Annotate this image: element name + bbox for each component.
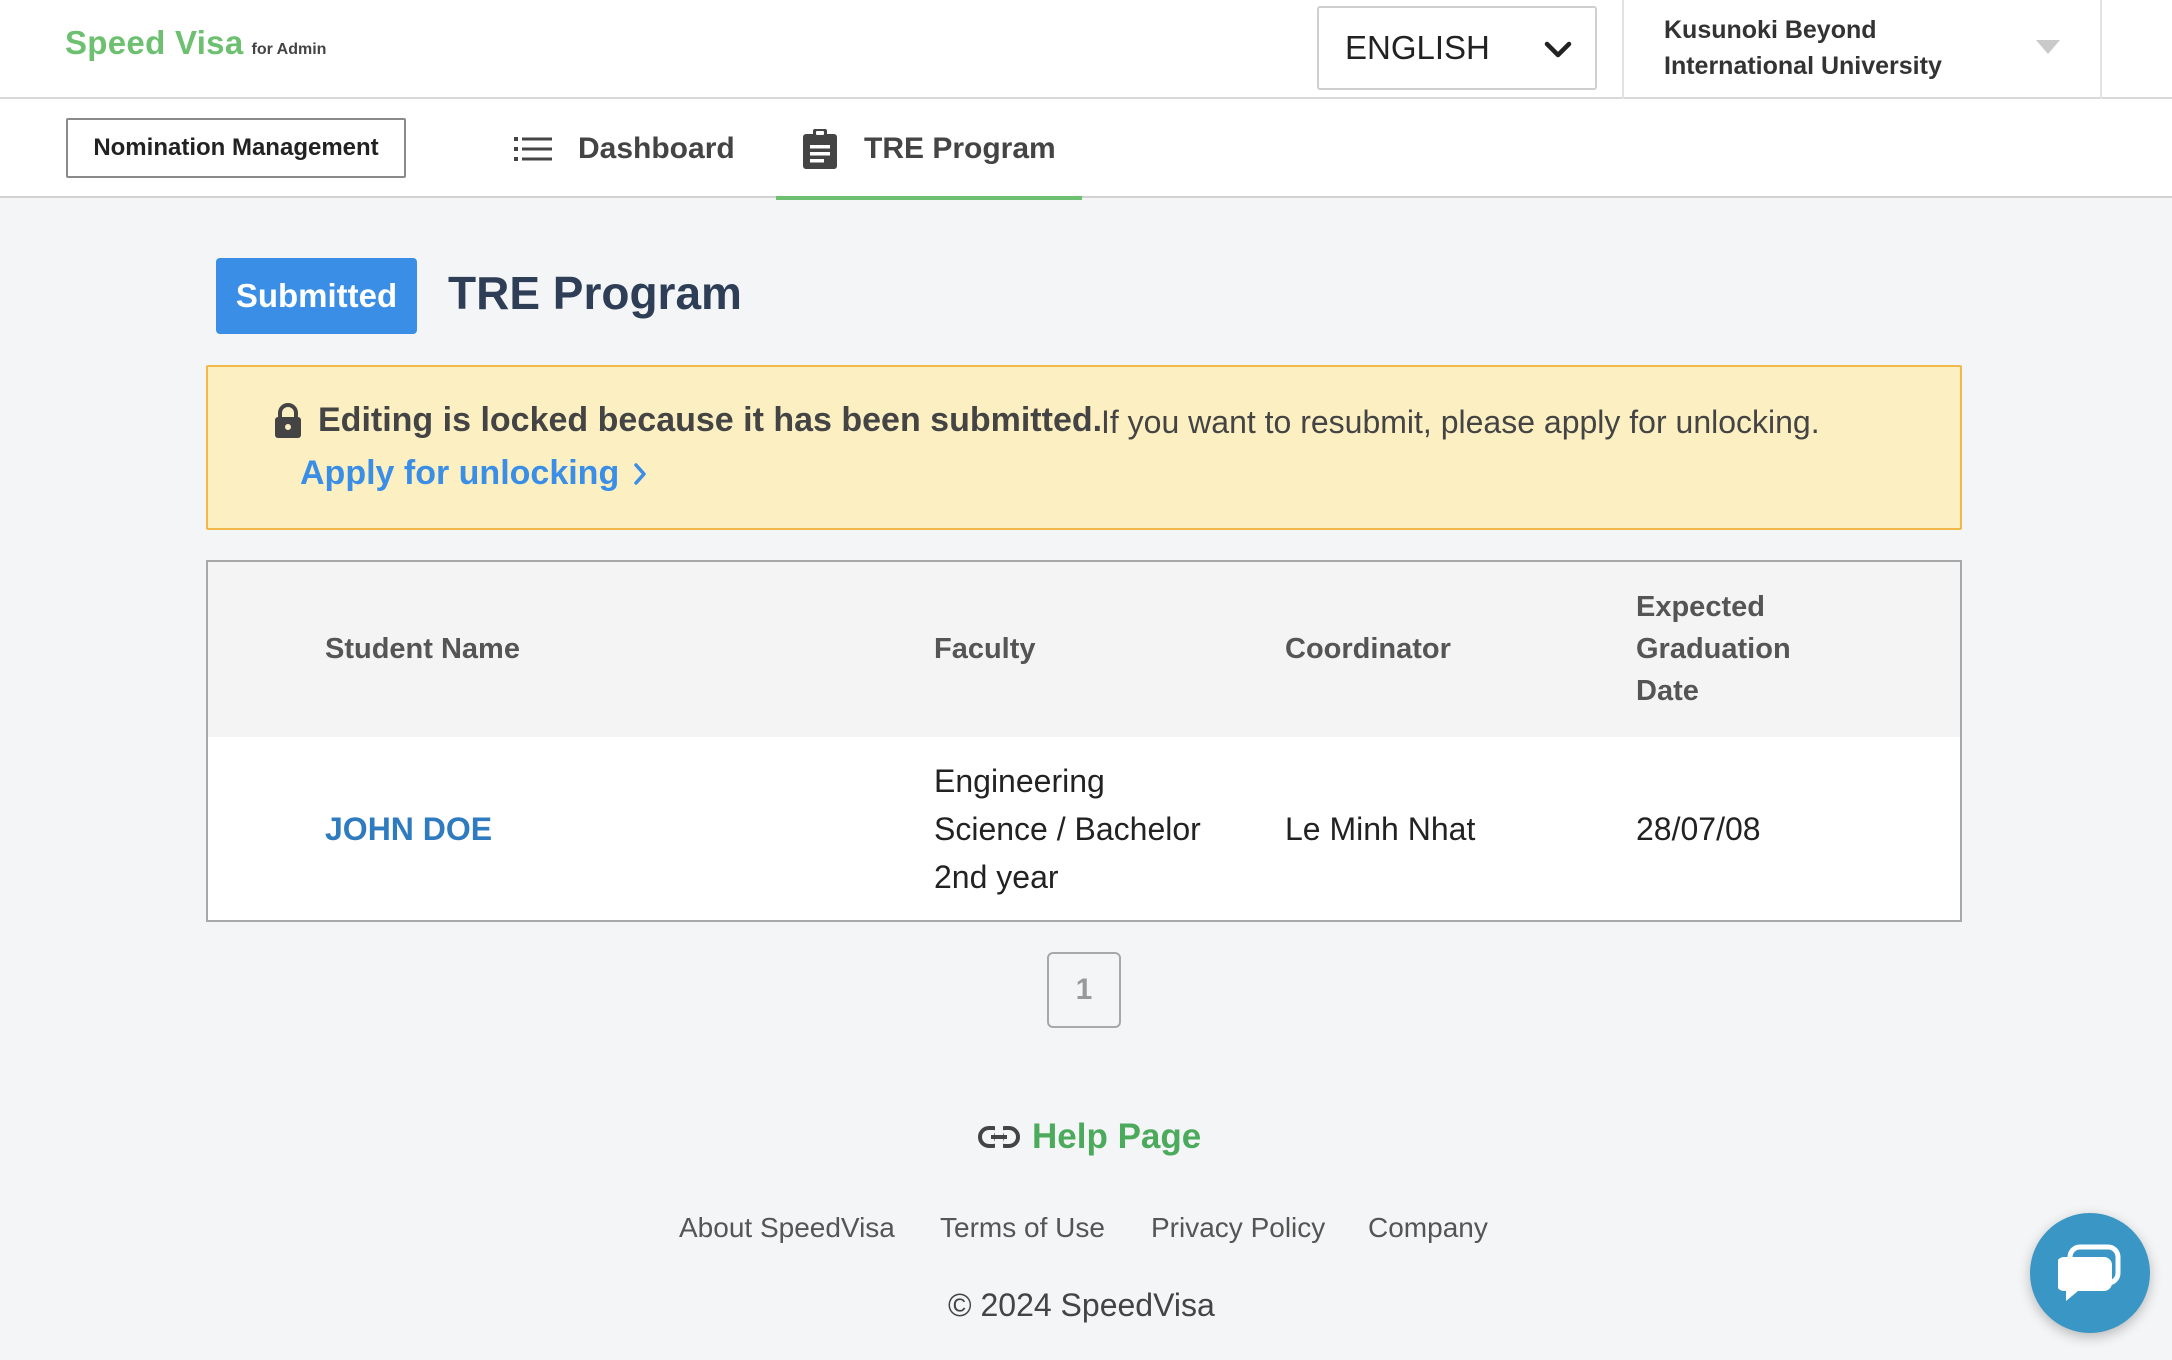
cell-line: 2nd year [934, 859, 1059, 895]
language-select[interactable]: ENGLISH [1317, 6, 1597, 90]
alert-message: If you want to resubmit, please apply fo… [1101, 404, 1820, 440]
clipboard-icon [803, 128, 837, 169]
graduation-date-cell: 28/07/08 [1636, 811, 1761, 847]
cell-line: Engineering [934, 763, 1105, 799]
link-icon [978, 1126, 1020, 1148]
chevron-down-icon [1544, 41, 1572, 58]
footer-link-company[interactable]: Company [1368, 1212, 1488, 1244]
chat-button[interactable] [2030, 1213, 2150, 1333]
tab-dashboard[interactable]: Dashboard [514, 99, 735, 198]
university-name-line1: Kusunoki Beyond [1664, 16, 1877, 44]
locked-alert: Editing is locked because it has been su… [206, 365, 1962, 530]
brand-name: Speed Visa [65, 24, 244, 61]
footer-link-terms[interactable]: Terms of Use [940, 1212, 1105, 1244]
nav-bar: Nomination Management Dashboard TRE Prog… [0, 99, 2172, 200]
footer-link-privacy[interactable]: Privacy Policy [1151, 1212, 1325, 1244]
list-icon [514, 136, 552, 161]
header-divider [2100, 0, 2102, 99]
help-label: Help Page [1032, 1117, 1202, 1156]
language-value: ENGLISH [1345, 29, 1490, 66]
tab-label: Dashboard [578, 131, 735, 165]
header-divider [1622, 0, 1624, 99]
tab-tre-program[interactable]: TRE Program [776, 99, 1082, 200]
header-line: Date [1636, 675, 1699, 707]
link-label: Apply for unlocking [300, 454, 620, 492]
copyright: © 2024 SpeedVisa [948, 1287, 1215, 1323]
alert-heading: Editing is locked because it has been su… [318, 401, 1103, 439]
top-header: Speed Visa for Admin ENGLISH Kusunoki Be… [0, 0, 2172, 99]
lock-icon [275, 403, 301, 438]
header-line: Expected [1636, 591, 1765, 623]
column-header-coordinator[interactable]: Coordinator [1285, 628, 1451, 670]
students-table: Student Name Faculty Coordinator Expecte… [206, 560, 1962, 922]
status-badge: Submitted [216, 258, 417, 334]
table-header: Student Name Faculty Coordinator Expecte… [208, 562, 1960, 737]
apply-for-unlocking-link[interactable]: Apply for unlocking [300, 454, 647, 493]
chat-bubble-icon [2058, 1244, 2121, 1301]
chevron-right-icon [634, 462, 646, 485]
column-header-graduation-date[interactable]: Expected Graduation Date [1636, 586, 1791, 712]
university-name-line2: International University [1664, 52, 1942, 80]
brand-subtitle: for Admin [251, 41, 327, 58]
caret-down-icon[interactable] [2036, 40, 2060, 54]
column-header-faculty[interactable]: Faculty [934, 628, 1036, 670]
university-menu[interactable]: Kusunoki Beyond International University [1664, 12, 1942, 84]
page-title: TRE Program [448, 267, 742, 319]
pagination-page-button[interactable]: 1 [1047, 952, 1121, 1028]
header-line: Graduation [1636, 633, 1791, 665]
logo[interactable]: Speed Visa for Admin [65, 24, 326, 62]
help-page-link[interactable]: Help Page [978, 1117, 1201, 1157]
tab-label: TRE Program [864, 131, 1056, 165]
cell-line: Science / Bachelor [934, 811, 1201, 847]
active-tab-indicator [776, 196, 1082, 200]
nomination-management-button[interactable]: Nomination Management [66, 118, 406, 178]
footer-link-about[interactable]: About SpeedVisa [679, 1212, 895, 1244]
column-header-student-name[interactable]: Student Name [325, 628, 520, 670]
faculty-cell: Engineering Science / Bachelor 2nd year [934, 757, 1201, 901]
student-name-link[interactable]: JOHN DOE [325, 805, 492, 853]
coordinator-cell: Le Minh Nhat [1285, 811, 1476, 847]
